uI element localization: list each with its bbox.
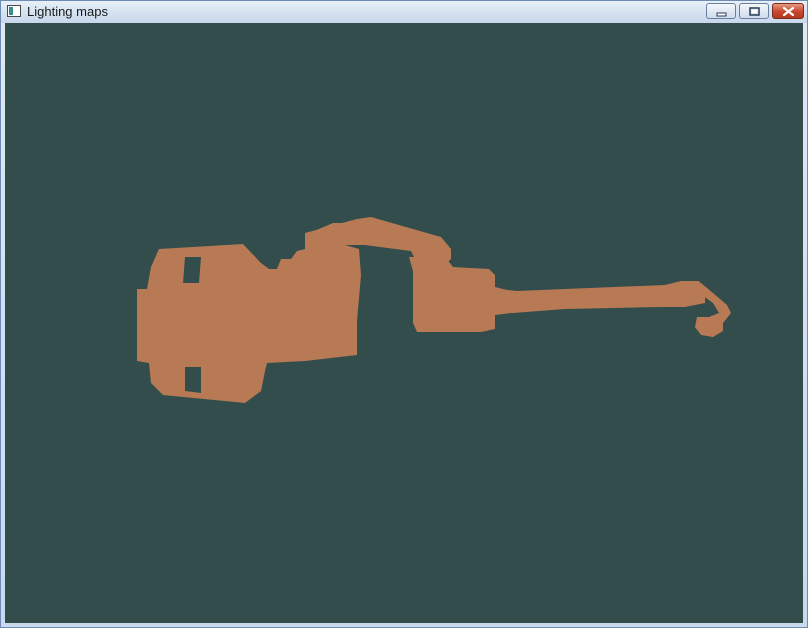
arm-gripper-hook — [689, 281, 731, 337]
title-bar[interactable]: Lighting maps — [1, 1, 807, 23]
minimize-button[interactable] — [706, 3, 736, 19]
maximize-icon — [749, 7, 760, 16]
close-button[interactable] — [772, 3, 804, 19]
app-window: Lighting maps — [0, 0, 808, 628]
rendered-scene — [137, 217, 731, 403]
maximize-button[interactable] — [739, 3, 769, 19]
arm-forearm — [499, 281, 705, 313]
arm-base-slot-bottom — [185, 367, 201, 393]
minimize-icon — [716, 12, 727, 17]
window-title: Lighting maps — [27, 4, 108, 19]
arm-base-body — [137, 223, 361, 403]
app-window-icon[interactable] — [7, 5, 21, 17]
robotic-arm-model — [137, 217, 731, 403]
render-viewport[interactable] — [5, 23, 803, 623]
arm-elbow-block — [409, 257, 511, 332]
close-icon — [782, 6, 795, 17]
arm-base-slot-top — [183, 257, 201, 283]
